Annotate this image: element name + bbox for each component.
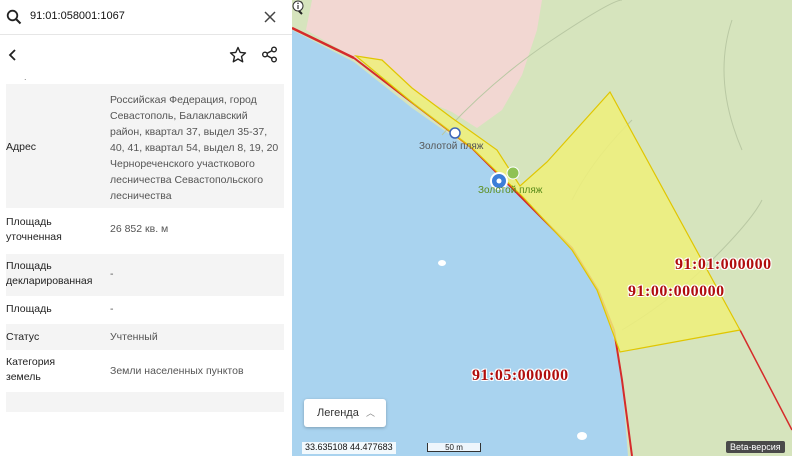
cadastral-label: 91:05:000000	[472, 367, 569, 384]
attr-key: Категория земель	[6, 356, 56, 383]
cadastral-label: 91:00:000000	[628, 283, 725, 300]
info-icon[interactable]	[292, 0, 304, 12]
attr-key: Адрес	[6, 141, 37, 153]
poi-label: Золотой пляж	[419, 141, 484, 152]
cadastral-label: 91:01:000000	[675, 256, 772, 273]
table-row: Площадь декларированная -	[6, 254, 284, 296]
legend-label: Легенда	[317, 407, 359, 419]
table-row: Категория земель Земли населенных пункто…	[6, 350, 284, 392]
truncated-row-marker: .	[24, 72, 27, 82]
attr-value: Российская Федерация, город Севастополь,…	[110, 94, 279, 202]
attr-value: 26 852 кв. м	[110, 223, 169, 235]
coordinates-readout: 33.635108 44.477683	[302, 442, 396, 454]
scale-bar: 50 m	[427, 443, 481, 452]
chevron-up-icon: ︿	[366, 408, 376, 418]
search-input[interactable]: 91:01:058001:1067	[30, 10, 125, 22]
back-icon[interactable]	[6, 48, 20, 62]
table-row: Площадь уточненная 26 852 кв. м	[6, 208, 284, 254]
attr-key: Площадь уточненная	[6, 216, 62, 243]
attr-value: -	[110, 268, 114, 280]
map-view[interactable]: Золотой пляж Золотой пляж 91:01:000000 9…	[292, 0, 792, 456]
table-row: Площадь -	[6, 296, 284, 324]
close-icon[interactable]	[263, 10, 277, 24]
table-row: Адрес Российская Федерация, город Севаст…	[6, 84, 284, 208]
share-icon[interactable]	[261, 46, 278, 63]
legend-button[interactable]: Легенда ︿	[304, 399, 386, 427]
attr-value: Земли населенных пунктов	[110, 365, 244, 377]
poi-label: Золотой пляж	[478, 185, 543, 196]
beta-badge: Beta-версия	[726, 441, 785, 453]
attr-value: -	[110, 303, 114, 315]
search-icon[interactable]	[6, 9, 22, 25]
star-icon[interactable]	[229, 46, 247, 64]
panel-toolbar	[0, 36, 292, 74]
attr-key: Статус	[6, 331, 40, 343]
map-canvas[interactable]	[292, 0, 792, 456]
search-bar[interactable]: 91:01:058001:1067	[0, 0, 292, 35]
attr-key: Площадь	[6, 303, 52, 315]
table-row: Статус Учтенный	[6, 324, 284, 350]
attr-value: Учтенный	[110, 331, 158, 343]
table-row	[6, 392, 284, 412]
info-panel: 91:01:058001:1067 . Адрес Российская Фед…	[0, 0, 292, 456]
attr-key: Площадь декларированная	[6, 260, 93, 287]
